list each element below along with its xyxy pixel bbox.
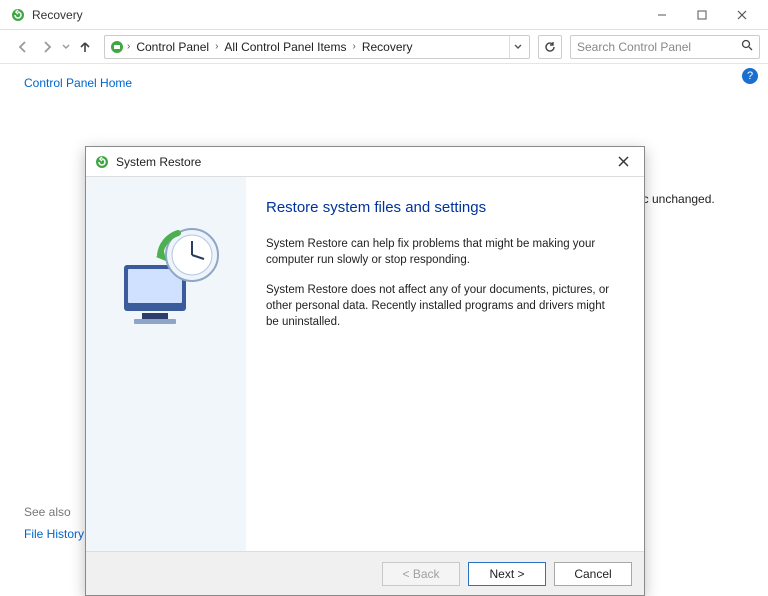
forward-arrow-button[interactable] <box>36 36 58 58</box>
window-controls <box>644 4 760 26</box>
window-titlebar: Recovery <box>0 0 768 30</box>
dialog-titlebar: System Restore <box>86 147 644 177</box>
up-button[interactable] <box>74 36 96 58</box>
wizard-content: Restore system files and settings System… <box>246 177 644 551</box>
dialog-title: System Restore <box>116 155 602 169</box>
refresh-button[interactable] <box>538 35 562 59</box>
breadcrumb-item[interactable]: All Control Panel Items <box>220 40 350 54</box>
control-panel-icon <box>109 39 125 55</box>
content-area: ? Control Panel Home ic unchanged. See a… <box>0 66 768 559</box>
close-button[interactable] <box>724 4 760 26</box>
control-panel-home-link[interactable]: Control Panel Home <box>24 76 184 90</box>
see-also-section: See also File History <box>24 505 84 541</box>
search-icon <box>741 39 753 54</box>
wizard-paragraph: System Restore does not affect any of yo… <box>266 282 616 330</box>
see-also-heading: See also <box>24 505 84 519</box>
navigation-bar: › Control Panel › All Control Panel Item… <box>0 30 768 64</box>
dialog-close-button[interactable] <box>608 151 638 173</box>
maximize-button[interactable] <box>684 4 720 26</box>
see-also-link[interactable]: File History <box>24 527 84 541</box>
recent-locations-dropdown[interactable] <box>60 36 72 58</box>
dialog-body: Restore system files and settings System… <box>86 177 644 551</box>
system-restore-hero-icon <box>106 217 226 337</box>
next-button[interactable]: Next > <box>468 562 546 586</box>
window-title: Recovery <box>32 8 83 22</box>
dialog-footer: < Back Next > Cancel <box>86 551 644 595</box>
address-dropdown[interactable] <box>509 36 525 58</box>
system-restore-dialog: System Restore <box>85 146 645 596</box>
search-box[interactable]: Search Control Panel <box>570 35 760 59</box>
sidebar: Control Panel Home <box>24 76 184 100</box>
wizard-paragraph: System Restore can help fix problems tha… <box>266 236 616 268</box>
search-placeholder: Search Control Panel <box>577 40 735 54</box>
chevron-right-icon: › <box>127 41 130 52</box>
wizard-hero-panel <box>86 177 246 551</box>
recovery-icon <box>10 7 26 23</box>
breadcrumb-item[interactable]: Recovery <box>358 40 417 54</box>
back-button: < Back <box>382 562 460 586</box>
help-badge-label: ? <box>747 70 753 82</box>
wizard-heading: Restore system files and settings <box>266 199 616 216</box>
chevron-right-icon: › <box>215 41 218 52</box>
nav-arrow-group <box>12 36 96 58</box>
back-arrow-button[interactable] <box>12 36 34 58</box>
chevron-right-icon: › <box>352 41 355 52</box>
obscured-text-fragment: ic unchanged. <box>640 192 715 206</box>
window-title-group: Recovery <box>10 7 83 23</box>
help-icon[interactable]: ? <box>742 68 758 84</box>
breadcrumb-item[interactable]: Control Panel <box>132 40 213 54</box>
address-bar[interactable]: › Control Panel › All Control Panel Item… <box>104 35 530 59</box>
minimize-button[interactable] <box>644 4 680 26</box>
system-restore-icon <box>94 154 110 170</box>
cancel-button[interactable]: Cancel <box>554 562 632 586</box>
